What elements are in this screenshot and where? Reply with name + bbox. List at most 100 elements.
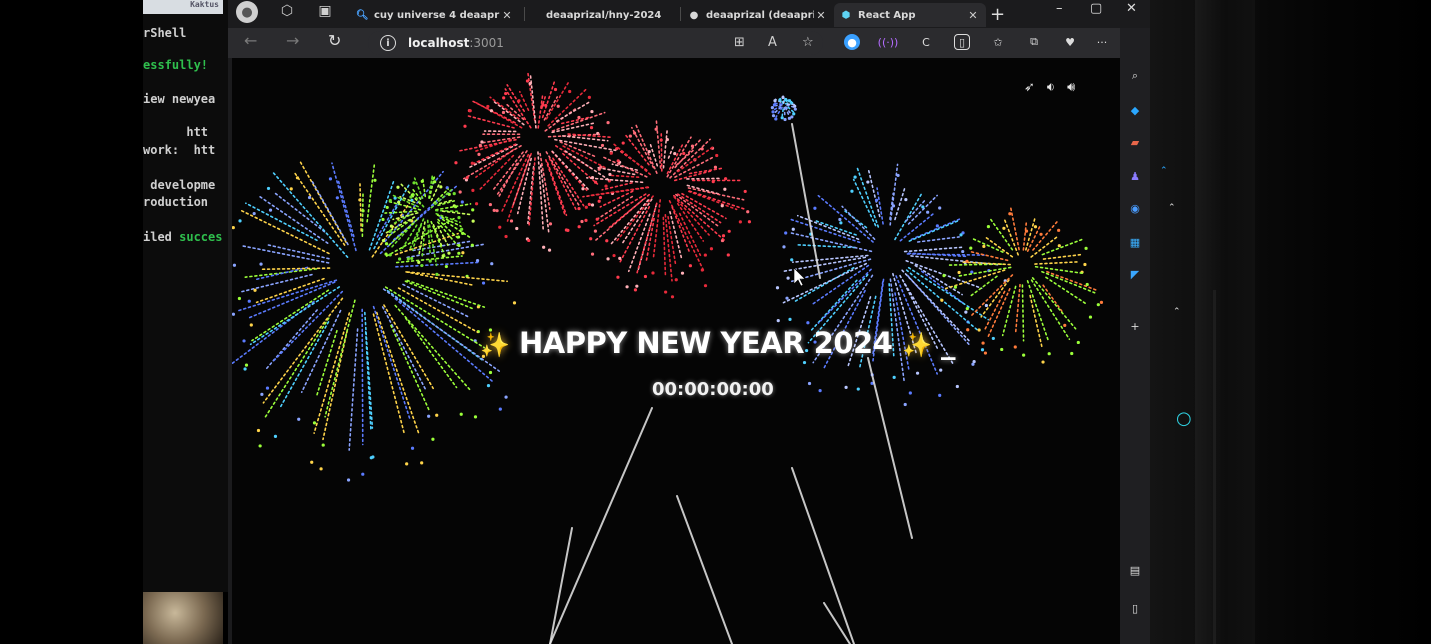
- firework-ember: [361, 209, 365, 213]
- favorite-star-icon[interactable]: ☆: [802, 35, 814, 50]
- close-icon[interactable]: ✕: [966, 9, 980, 22]
- shopping-tag-icon[interactable]: ◆: [1127, 102, 1143, 118]
- favorites-icon[interactable]: ✩: [990, 34, 1006, 50]
- circle-icon: ○: [1176, 408, 1192, 429]
- terminal-tab[interactable]: Kaktus: [143, 0, 223, 14]
- address-bar[interactable]: i localhost:3001: [368, 31, 823, 55]
- firework-spark: [392, 212, 419, 221]
- drop-icon[interactable]: ◤: [1127, 266, 1143, 282]
- volume-high-icon[interactable]: 🔊︎: [1067, 80, 1075, 95]
- firework-spark: [1046, 270, 1099, 292]
- firework-spark: [972, 238, 1004, 253]
- tab-github-profile[interactable]: ● deaaprizal (deaaprizal) ✕: [682, 3, 834, 27]
- extension-blue-icon[interactable]: ●: [844, 34, 860, 50]
- close-window-button[interactable]: ✕: [1126, 1, 1137, 16]
- firework-spark: [781, 108, 784, 117]
- collections-icon[interactable]: ⧉: [1026, 34, 1042, 50]
- firework-spark: [251, 289, 330, 342]
- firework-ember: [935, 224, 939, 228]
- firework-spark: [551, 111, 606, 132]
- profile-avatar-icon[interactable]: ●: [236, 1, 258, 23]
- firework-spark: [662, 216, 667, 278]
- firework-ember: [806, 321, 810, 325]
- firework-ember: [940, 298, 944, 302]
- tab-separator: [680, 7, 681, 21]
- terminal-line: rShell: [143, 26, 187, 40]
- firework-ember: [584, 205, 588, 209]
- firework-ember: [295, 176, 300, 180]
- hide-sidebar-icon[interactable]: ▯: [1127, 600, 1143, 616]
- firework-ember: [232, 312, 236, 316]
- sidebar-settings-icon[interactable]: ▤: [1127, 562, 1143, 578]
- tab-hny-2024[interactable]: deaaprizal/hny-2024: [530, 3, 680, 27]
- firework-ember: [1057, 244, 1061, 248]
- outlook-icon[interactable]: ▦: [1127, 234, 1143, 250]
- forward-button[interactable]: →: [286, 31, 299, 50]
- browser-essentials-icon[interactable]: ♥: [1062, 34, 1078, 50]
- react-icon: ⬢: [841, 9, 851, 21]
- refresh-button[interactable]: ↻: [328, 31, 341, 50]
- rocket-icon[interactable]: ➶: [1024, 80, 1035, 95]
- tab-react-app[interactable]: ⬢ React App ✕: [834, 3, 986, 27]
- app-available-icon[interactable]: ⊞: [734, 35, 745, 50]
- firework-spark: [914, 264, 963, 296]
- extension-c-icon[interactable]: C: [918, 34, 934, 50]
- firework-ember: [792, 112, 796, 116]
- microsoft-365-icon[interactable]: ◉: [1127, 200, 1143, 216]
- firework-spark: [889, 163, 899, 226]
- games-icon[interactable]: ♟: [1127, 168, 1143, 184]
- firework-ember: [605, 239, 609, 243]
- search-icon[interactable]: ⌕: [1127, 68, 1143, 84]
- read-aloud-icon[interactable]: A: [768, 35, 777, 50]
- firework-ember: [397, 200, 401, 204]
- firework-ember: [459, 412, 463, 416]
- firework-ember: [577, 206, 581, 211]
- firework-ember: [850, 189, 854, 193]
- tab-cuy-universe[interactable]: 🔍︎ cuy universe 4 deaapr ✕: [350, 3, 520, 27]
- firework-ember: [590, 109, 594, 114]
- minimize-button[interactable]: –: [1056, 1, 1063, 16]
- firework-ember: [471, 219, 475, 223]
- close-icon[interactable]: ✕: [500, 9, 514, 22]
- firework-ember: [1088, 315, 1093, 319]
- rocket-trail: [867, 357, 913, 539]
- firework-spark: [506, 84, 525, 112]
- firework-ember: [926, 210, 930, 214]
- volume-low-icon[interactable]: 🔉︎: [1047, 80, 1055, 95]
- maximize-button[interactable]: ▢: [1090, 1, 1102, 16]
- firework-spark: [635, 124, 658, 175]
- firework-spark: [1001, 285, 1017, 337]
- site-info-icon[interactable]: i: [380, 35, 396, 51]
- firework-ember: [813, 206, 817, 210]
- back-button[interactable]: ←: [244, 31, 257, 50]
- tab-actions-icon[interactable]: ▣: [316, 2, 334, 20]
- firework-ember: [844, 385, 848, 389]
- firework-ember: [785, 296, 789, 300]
- extension-purple-icon[interactable]: ((·)): [878, 34, 899, 50]
- firework-spark: [489, 96, 520, 120]
- firework-ember: [457, 251, 461, 255]
- firework-ember: [709, 247, 714, 251]
- firework-ember: [444, 264, 448, 269]
- firework-ember: [965, 307, 969, 311]
- add-sidebar-app-icon[interactable]: +: [1127, 318, 1143, 334]
- firework-spark: [1042, 253, 1083, 260]
- firework-ember: [458, 190, 462, 194]
- workspaces-icon[interactable]: ⬡: [278, 2, 296, 20]
- firework-ember: [517, 99, 521, 103]
- close-icon[interactable]: ✕: [814, 9, 828, 22]
- firework-ember: [420, 263, 424, 268]
- firework-ember: [396, 185, 400, 189]
- firework-ember: [659, 138, 663, 142]
- firework-ember: [1024, 229, 1029, 233]
- terminal-line-prefix: iled: [143, 230, 180, 244]
- new-tab-button[interactable]: +: [990, 4, 1005, 25]
- firework-ember: [358, 198, 362, 202]
- more-menu-icon[interactable]: ···: [1094, 34, 1110, 50]
- firework-ember: [468, 109, 472, 113]
- firework-ember: [721, 234, 726, 238]
- firework-spark: [372, 305, 411, 421]
- firework-ember: [628, 134, 632, 138]
- tools-icon[interactable]: ▰: [1127, 134, 1143, 150]
- split-screen-icon[interactable]: ▯: [954, 34, 970, 50]
